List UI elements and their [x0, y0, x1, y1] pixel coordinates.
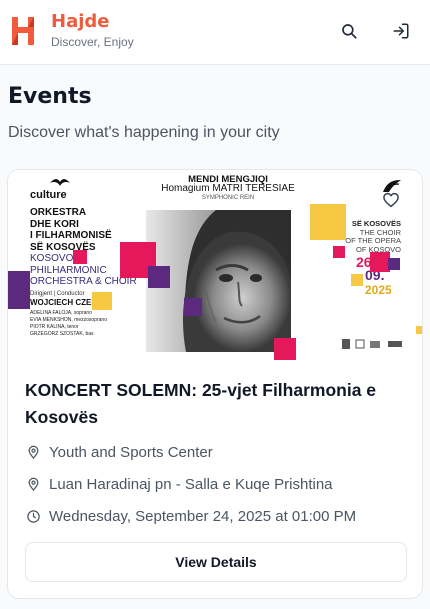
poster-square-purple	[8, 271, 30, 309]
poster-square-pink	[333, 246, 345, 258]
poster-work-subtitle: SYMPHONIC REIN	[201, 195, 255, 201]
poster-culture-logo: culture	[30, 189, 67, 201]
poster-sponsor-logos	[342, 339, 402, 349]
poster-square-pink	[274, 338, 296, 360]
event-datetime-text: Wednesday, September 24, 2025 at 01:00 P…	[49, 508, 357, 525]
poster-square-purple	[148, 266, 170, 288]
clock-icon	[25, 509, 41, 525]
search-button[interactable]	[334, 17, 364, 47]
brand-name: Hajde	[51, 11, 110, 32]
page-subtitle: Discover what's happening in your city	[8, 124, 280, 141]
event-poster-image[interactable]: culture ORKESTRA DHE KORI I FILHARMONISË…	[8, 170, 422, 363]
view-details-button[interactable]: View Details	[25, 542, 407, 582]
poster-square-pink	[370, 252, 390, 272]
page-title: Events	[8, 84, 92, 109]
favorite-button[interactable]	[374, 184, 408, 218]
poster-work-title: Homagium MATRI TERESIAE	[161, 183, 295, 194]
login-icon	[392, 22, 410, 43]
heart-icon	[382, 191, 400, 212]
event-address: Luan Haradinaj pn - Salla e Kuqe Prishti…	[25, 476, 333, 493]
event-datetime: Wednesday, September 24, 2025 at 01:00 P…	[25, 508, 356, 525]
event-venue-text: Youth and Sports Center	[49, 444, 213, 461]
hajde-logo-icon[interactable]	[10, 15, 36, 47]
login-button[interactable]	[386, 17, 416, 47]
poster-square-yellow	[416, 326, 422, 334]
brand[interactable]: Hajde Discover, Enjoy	[51, 11, 134, 50]
poster-conductor-label: Dirigjent | Conductor	[30, 291, 85, 297]
event-address-text: Luan Haradinaj pn - Salla e Kuqe Prishti…	[49, 476, 333, 493]
event-title[interactable]: KONCERT SOLEMN: 25-vjet Filharmonia e Ko…	[25, 377, 409, 431]
location-pin-icon	[25, 445, 41, 461]
search-icon	[340, 22, 358, 43]
app-header: Hajde Discover, Enjoy	[0, 0, 430, 65]
poster-square-yellow	[351, 274, 363, 286]
event-venue: Youth and Sports Center	[25, 444, 213, 461]
poster-square-purple	[184, 298, 202, 316]
poster-soloists: ADELINA FALOJA, soprano EVIA MENKSHON, m…	[30, 310, 107, 337]
poster-square-purple	[388, 258, 400, 270]
location-pin-icon	[25, 477, 41, 493]
poster-square-yellow	[310, 204, 346, 240]
event-card[interactable]: culture ORKESTRA DHE KORI I FILHARMONISË…	[7, 169, 423, 599]
poster-square-yellow	[92, 292, 112, 310]
poster-date-year: 2025	[365, 283, 392, 297]
brand-tagline: Discover, Enjoy	[51, 35, 134, 49]
poster-choir-text: SË KOSOVËS THE CHOIR OF THE OPERA OF KOS…	[345, 219, 401, 254]
poster-square-pink	[73, 250, 87, 264]
